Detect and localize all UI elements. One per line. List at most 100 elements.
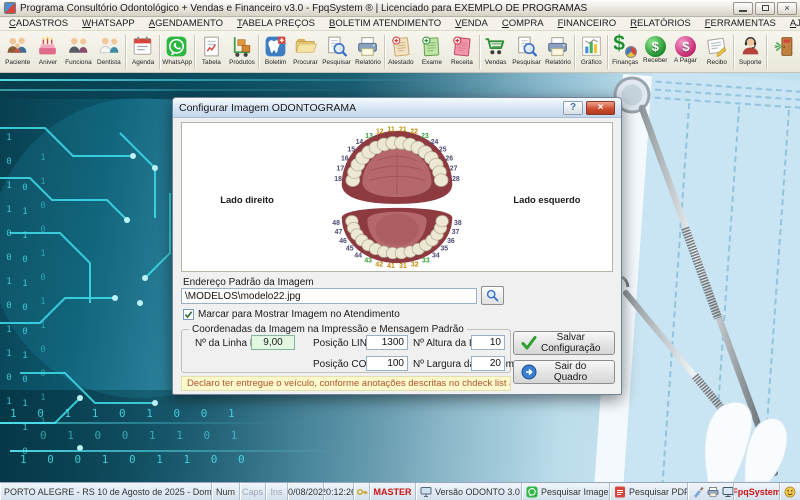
tooth-number: 26 [445,155,453,162]
configure-image-dialog: Configurar Imagem ODONTOGRAMA ? × 181716… [172,97,622,395]
receive-money-icon: $ [645,36,666,57]
toolbar-suporte[interactable]: Suporte [735,32,766,72]
toolbar-grafico[interactable]: Gráfico [576,32,607,72]
toolbar-separator [479,35,480,69]
status-numlock: Num [212,483,240,500]
tooth [434,174,448,187]
menu-relatorios[interactable]: RELATÓRIOS [623,17,698,30]
status-user: MASTER [370,483,416,500]
toolbar-relatorio-vendas[interactable]: Relatório [542,32,573,72]
toolbar-procurar[interactable]: Procurar [291,32,322,72]
glow-line [0,79,430,81]
toolbar-paciente[interactable]: Paciente [2,32,33,72]
browse-image-button[interactable] [481,286,504,305]
menu-financeiro[interactable]: FINANCEIRO [551,17,624,30]
close-button[interactable]: × [777,2,797,15]
toolbar-relatorio[interactable]: Relatório [352,32,383,72]
tooth-number: 11 [388,127,395,134]
status-search-pdf[interactable]: Pesquisar PDF [610,483,688,500]
toolbar-sair-sistema[interactable] [768,32,799,72]
dialog-titlebar[interactable]: Configurar Imagem ODONTOGRAMA ? × [173,98,621,118]
toolbar-atestado[interactable]: Atestado [386,32,417,72]
toolbar-tabela[interactable]: Tabela [196,32,227,72]
address-input[interactable] [181,288,477,304]
status-search-images[interactable]: Pesquisar Imagens [522,483,610,500]
toolbar-label: Funciona [65,59,91,65]
toolbar-separator [733,35,734,69]
show-image-checkbox[interactable]: Marcar para Mostrar Imagem no Atendiment… [183,309,400,320]
status-bar: PORTO ALEGRE - RS 10 de Agosto de 2025 -… [0,482,800,500]
printer-icon [545,34,570,59]
toolbar-financas[interactable]: $ Finanças [609,32,640,72]
tooth-number: 21 [399,127,407,134]
exit-dialog-button[interactable]: Sair do Quadro [513,360,615,384]
exit-door-icon [771,34,796,59]
menu-cadastros[interactable]: CADASTROS [2,17,75,30]
toolbar-label: Agenda [132,59,154,65]
tooth-number: 44 [354,252,362,259]
glow-line [10,450,340,452]
menu-boletim-atendimento[interactable]: BOLETIM ATENDIMENTO [322,17,448,30]
monitor-icon[interactable] [722,486,734,498]
help-icon: ? [570,103,576,113]
menu-agendamento[interactable]: AGENDAMENTO [142,17,230,30]
products-dolly-icon [229,34,254,59]
minimize-button[interactable] [733,2,753,15]
status-version: Versão ODONTO 3.0 [435,487,520,497]
toolbar-recibo[interactable]: Recibo [701,32,732,72]
toolbar-dentista[interactable]: Dentista [94,32,125,72]
restore-button[interactable] [755,2,775,15]
posicao-coluna-input[interactable] [366,356,408,371]
toolbar-separator [384,35,385,69]
menu-ajuda[interactable]: AJUDA [783,17,800,30]
default-message-text: Declaro ter entregue o veículo, conforme… [181,376,511,391]
toolbar-label: Exame [422,59,442,65]
tooth-number: 47 [335,229,343,236]
toolbar-whatsapp[interactable]: WhatsApp [161,32,193,72]
menu-whatsapp[interactable]: WHATSAPP [75,17,142,30]
support-headset-icon [738,34,763,59]
toolbar-exame[interactable]: Exame [416,32,447,72]
toolbar-produtos[interactable]: Produtos [226,32,257,72]
save-configuration-button[interactable]: Salvar Configuração [513,331,615,355]
largura-input[interactable] [471,356,505,371]
toolbar-label: Receber [643,57,667,63]
pay-money-icon: $ [675,36,696,57]
toolbar-pesquisar[interactable]: Pesquisar [321,32,352,72]
toolbar-label: A Pagar [674,57,697,63]
toolbar-receita[interactable]: Receita [447,32,478,72]
finances-icon: $ [612,34,637,59]
dialog-help-button[interactable]: ? [563,101,583,115]
menu-ferramentas[interactable]: FERRAMENTAS [698,17,783,30]
toolbar-label: Suporte [739,59,762,65]
toolbar-boletim[interactable]: Boletim [260,32,291,72]
toolbar-vendas[interactable]: Vendas [481,32,512,72]
toolbar-receber[interactable]: $ Receber [640,32,671,72]
toolbar-label: Dentista [97,59,121,65]
status-time: 20:12:26 [324,483,354,500]
toolbar-aniver[interactable]: Aniver [33,32,64,72]
linha-inicial-input[interactable] [251,335,295,350]
tooth-number: 43 [364,258,372,265]
brush-icon[interactable] [692,486,704,498]
shopping-cart-icon [483,34,508,59]
printer-icon[interactable] [707,486,719,498]
toolbar-pesquisar-vendas[interactable]: Pesquisar [511,32,542,72]
window-title: Programa Consultório Odontológico + Vend… [20,3,731,14]
toolbar-agenda[interactable]: Agenda [127,32,158,72]
menu-compra[interactable]: COMPRA [495,17,551,30]
menu-venda[interactable]: VENDA [448,17,495,30]
tooth-number: 27 [450,166,458,173]
dialog-close-button[interactable]: × [586,101,615,115]
dollar-glyph: $ [652,39,659,54]
menu-tabela-precos[interactable]: TABELA PREÇOS [230,17,322,30]
toolbar-a-pagar[interactable]: $ A Pagar [671,32,702,72]
toolbar-funciona[interactable]: Funciona [63,32,94,72]
status-search-images-label: Pesquisar Imagens [541,487,610,497]
toolbar-label: Pesquisar [512,59,541,65]
altura-input[interactable] [471,335,505,350]
binary-art: 1 0 0 1 0 1 1 0 0 [20,453,252,466]
posicao-linha-input[interactable] [366,335,408,350]
toolbar-separator [574,35,575,69]
tooth-number: 37 [452,229,460,236]
